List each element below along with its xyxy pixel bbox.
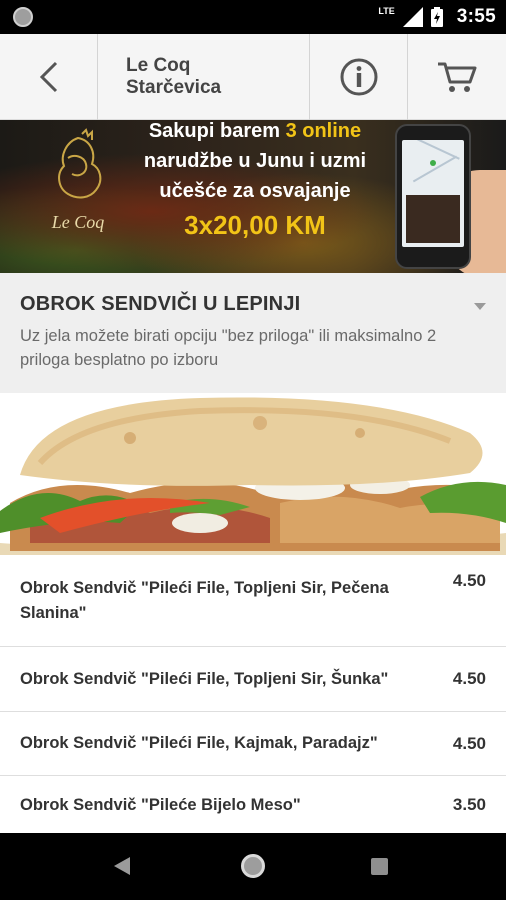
menu-item-price: 4.50 (452, 733, 486, 753)
system-nav-bar (0, 833, 506, 900)
menu-item-price: 4.50 (452, 669, 486, 688)
promo-prize: 3x20,00 KM (184, 210, 326, 240)
menu-item-name: Obrok Sendvič "Pileći File, Topljeni Sir… (20, 578, 389, 622)
menu-item-name: Obrok Sendvič "Pileći File, Topljeni Sir… (20, 669, 389, 688)
menu-item-price: 3.50 (452, 795, 486, 814)
cart-button[interactable] (408, 34, 506, 120)
sandwich-image (0, 397, 506, 555)
restaurant-title: Le Coq Starčevica (98, 34, 310, 120)
category-food-image (0, 393, 506, 555)
promo-line-1: Sakupi barem (148, 120, 286, 142)
category-description: Uz jela možete birati opciju "bez prilog… (20, 327, 437, 369)
category-title: OBROK SENDVIČI U LEPINJI (20, 293, 301, 315)
nav-home-icon[interactable] (241, 854, 265, 878)
promo-text: Sakupi barem 3 online narudžbe u Junu i … (130, 120, 380, 240)
clock: 3:55 (456, 6, 496, 27)
menu-item[interactable]: Obrok Sendvič "Pileći File, Topljeni Sir… (0, 555, 506, 647)
phone-image (395, 124, 471, 269)
nav-back-icon[interactable] (114, 857, 130, 875)
title-line-1: Le Coq (126, 55, 191, 76)
promo-highlight: 3 online (285, 120, 362, 142)
network-type: LTE (378, 6, 395, 16)
back-arrow-icon (39, 61, 57, 93)
battery-icon (430, 7, 443, 27)
promo-line-3: učešće za osvajanje (159, 180, 351, 202)
menu-item[interactable]: Obrok Sendvič "Pileći File, Topljeni Sir… (0, 647, 506, 712)
phone-screen (402, 140, 464, 247)
status-bar: LTE 3:55 (0, 0, 506, 34)
menu-list: Obrok Sendvič "Pileći File, Topljeni Sir… (0, 555, 506, 834)
menu-item[interactable]: Obrok Sendvič "Pileće Bijelo Meso" 3.50 (0, 776, 506, 834)
info-icon (340, 58, 377, 96)
menu-item-name: Obrok Sendvič "Pileće Bijelo Meso" (20, 795, 301, 814)
menu-item-price: 4.50 (452, 571, 486, 590)
nav-recents-icon[interactable] (371, 858, 388, 875)
app-bar: Le Coq Starčevica (0, 34, 506, 120)
info-button[interactable] (310, 34, 408, 120)
promo-banner[interactable]: Le Coq Sakupi barem 3 online narudžbe u … (0, 120, 506, 273)
promo-line-2: narudžbe u Junu i uzmi (143, 150, 367, 172)
title-line-2: Starčevica (126, 77, 222, 98)
chevron-down-icon[interactable] (474, 303, 486, 310)
status-icons: LTE 3:55 (378, 0, 496, 34)
le-coq-logo: Le Coq (51, 128, 105, 232)
menu-item[interactable]: Obrok Sendvič "Pileći File, Kajmak, Para… (0, 712, 506, 776)
menu-item-name: Obrok Sendvič "Pileći File, Kajmak, Para… (20, 734, 378, 752)
notification-dot-icon (13, 7, 33, 27)
cart-icon (438, 62, 477, 92)
category-header[interactable]: OBROK SENDVIČI U LEPINJI Uz jela možete … (0, 273, 506, 393)
signal-icon (402, 7, 423, 27)
svg-text:Le Coq: Le Coq (51, 212, 105, 232)
back-button[interactable] (0, 34, 98, 120)
